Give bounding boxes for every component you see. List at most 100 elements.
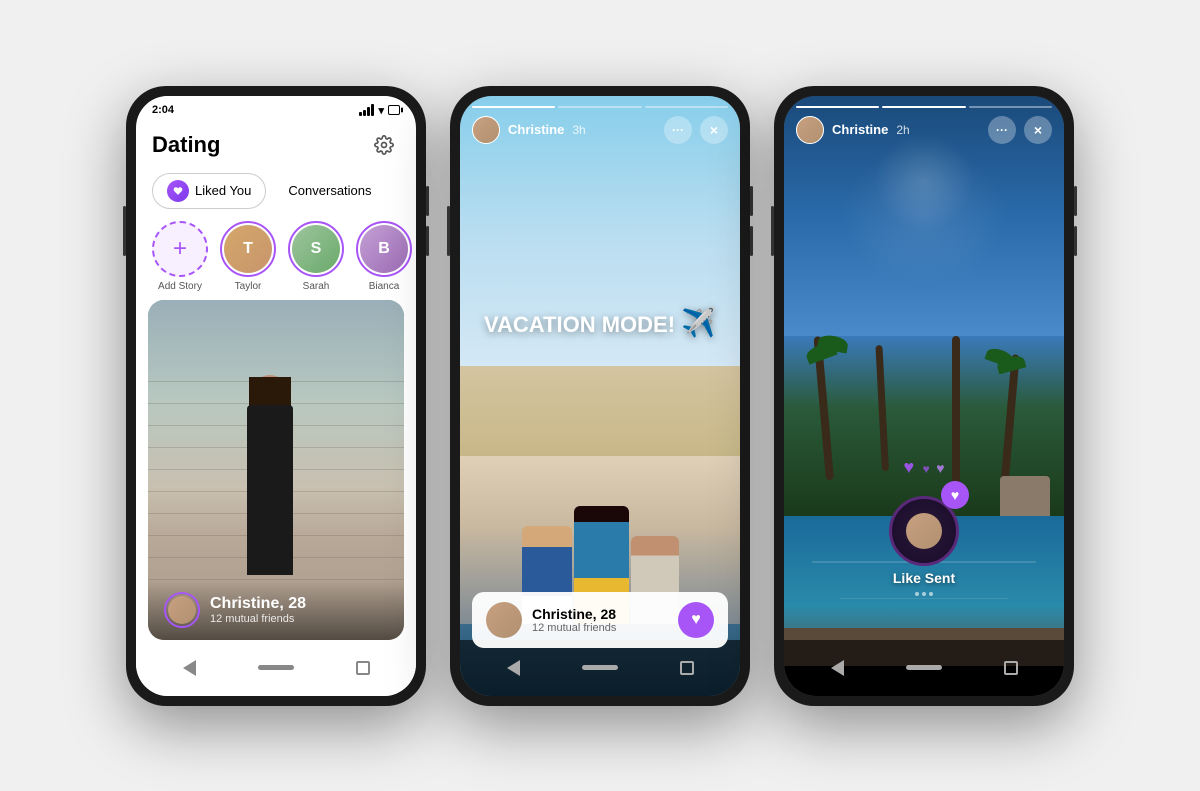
story-user-name-3: Christine — [832, 122, 888, 137]
bottom-navigation-2 — [460, 640, 740, 696]
close-icon: × — [710, 122, 718, 138]
phone-1: 2:04 ▾ Dating — [126, 86, 426, 706]
main-profile-card[interactable]: Christine, 28 12 mutual friends — [148, 300, 404, 640]
story-card-info: Christine, 28 12 mutual friends — [532, 606, 668, 634]
p3-seg-2 — [882, 106, 965, 108]
plane-emoji: ✈️ — [681, 307, 716, 338]
story-controls: ··· × — [664, 116, 728, 144]
power-btn[interactable] — [123, 206, 126, 256]
phone-3: Christine 2h ··· × — [774, 86, 1074, 706]
story-taylor[interactable]: T Taylor — [220, 221, 276, 292]
sarah-label: Sarah — [303, 281, 330, 292]
progress-seg-3 — [645, 106, 728, 108]
heart-icon: ♥ — [691, 611, 701, 629]
phone2-vol-down[interactable] — [750, 226, 753, 256]
back-button-1[interactable] — [171, 650, 207, 686]
bianca-label: Bianca — [369, 281, 400, 292]
p3-seg-1 — [796, 106, 879, 108]
story-sarah[interactable]: S Sarah — [288, 221, 344, 292]
story-screen: Christine 3h ··· × VA — [460, 96, 740, 696]
heart-float-3: ♥ — [936, 460, 944, 476]
vol-down-btn[interactable] — [426, 226, 429, 256]
story-more-button[interactable]: ··· — [664, 116, 692, 144]
story-user-avatar-3 — [796, 116, 824, 144]
signal-icon — [359, 104, 374, 116]
liked-you-avatar — [167, 180, 189, 202]
settings-button[interactable] — [368, 129, 400, 161]
recents-button-3[interactable] — [993, 650, 1029, 686]
home-button-3[interactable] — [906, 650, 942, 686]
back-button-3[interactable] — [819, 650, 855, 686]
card-person-name: Christine, 28 — [210, 595, 388, 613]
story-bianca[interactable]: B Bianca — [356, 221, 412, 292]
recents-button-1[interactable] — [345, 650, 381, 686]
close-icon-3: × — [1034, 122, 1042, 138]
floating-hearts: ♥ ♥ ♥ — [903, 457, 944, 478]
taylor-avatar: T — [224, 225, 272, 273]
bottom-navigation-3 — [784, 640, 1064, 696]
like-sent-overlay: ♥ ♥ ♥ ♥ Like Sent — [784, 457, 1064, 596]
battery-icon — [388, 105, 400, 115]
story-user-time: 3h — [572, 123, 585, 137]
conversations-label: Conversations — [288, 183, 371, 198]
like-button[interactable]: ♥ — [678, 602, 714, 638]
taylor-ring: T — [220, 221, 276, 277]
time-display: 2:04 — [152, 104, 174, 116]
back-icon-2 — [507, 660, 520, 676]
recents-button-2[interactable] — [669, 650, 705, 686]
phone3-vol-up[interactable] — [1074, 186, 1077, 216]
app-header: Dating — [136, 121, 416, 169]
add-story-button[interactable]: + — [152, 221, 208, 277]
sarah-avatar: S — [292, 225, 340, 273]
status-icons: ▾ — [359, 104, 400, 117]
story-card-name: Christine, 28 — [532, 606, 668, 622]
home-icon-2 — [582, 665, 618, 670]
dot-2 — [922, 592, 926, 596]
bianca-ring: B — [356, 221, 412, 277]
conversations-tab[interactable]: Conversations — [274, 173, 385, 209]
story-user-row: Christine 3h ··· × — [472, 116, 728, 144]
phone-2: Christine 3h ··· × VA — [450, 86, 750, 706]
progress-seg-2 — [558, 106, 641, 108]
like-badge-container: ♥ — [884, 486, 964, 566]
dot-3 — [929, 592, 933, 596]
liked-you-tab[interactable]: Liked You — [152, 173, 266, 209]
add-story-item[interactable]: + Add Story — [152, 221, 208, 292]
story-user-avatar — [472, 116, 500, 144]
recents-icon-3 — [1004, 661, 1018, 675]
wifi-icon: ▾ — [378, 104, 384, 117]
bottom-navigation-1 — [136, 640, 416, 696]
vacation-text: VACATION MODE! ✈️ — [484, 306, 716, 339]
phone2-vol-up[interactable] — [750, 186, 753, 216]
recents-icon-2 — [680, 661, 694, 675]
story-close-button[interactable]: × — [700, 116, 728, 144]
story-more-button-3[interactable]: ··· — [988, 116, 1016, 144]
more-icon: ··· — [672, 123, 684, 137]
like-sent-label: Like Sent — [893, 570, 955, 586]
card-text-info: Christine, 28 12 mutual friends — [210, 595, 388, 625]
phone-3-screen: Christine 2h ··· × — [784, 96, 1064, 696]
phone3-vol-down[interactable] — [1074, 226, 1077, 256]
heart-float-2: ♥ — [923, 462, 930, 476]
taylor-label: Taylor — [235, 281, 262, 292]
loading-dots — [915, 592, 933, 596]
story-overlay-top: Christine 3h ··· × — [460, 96, 740, 154]
card-profile-ring — [164, 592, 200, 628]
vacation-label: VACATION MODE! — [484, 312, 675, 337]
story-beach — [460, 366, 740, 456]
story-user-name: Christine — [508, 122, 564, 137]
story-overlay-top-3: Christine 2h ··· × — [784, 96, 1064, 154]
back-button-2[interactable] — [495, 650, 531, 686]
heart-float-1: ♥ — [903, 457, 914, 477]
bianca-avatar: B — [360, 225, 408, 273]
progress-seg-1 — [472, 106, 555, 108]
home-button-2[interactable] — [582, 650, 618, 686]
card-mutual-friends: 12 mutual friends — [210, 613, 388, 625]
home-button-1[interactable] — [258, 650, 294, 686]
story-user-time-3: 2h — [896, 123, 909, 137]
phone3-power[interactable] — [771, 206, 774, 256]
vol-up-btn[interactable] — [426, 186, 429, 216]
dating-home-screen: 2:04 ▾ Dating — [136, 96, 416, 696]
story-close-button-3[interactable]: × — [1024, 116, 1052, 144]
phone2-power[interactable] — [447, 206, 450, 256]
